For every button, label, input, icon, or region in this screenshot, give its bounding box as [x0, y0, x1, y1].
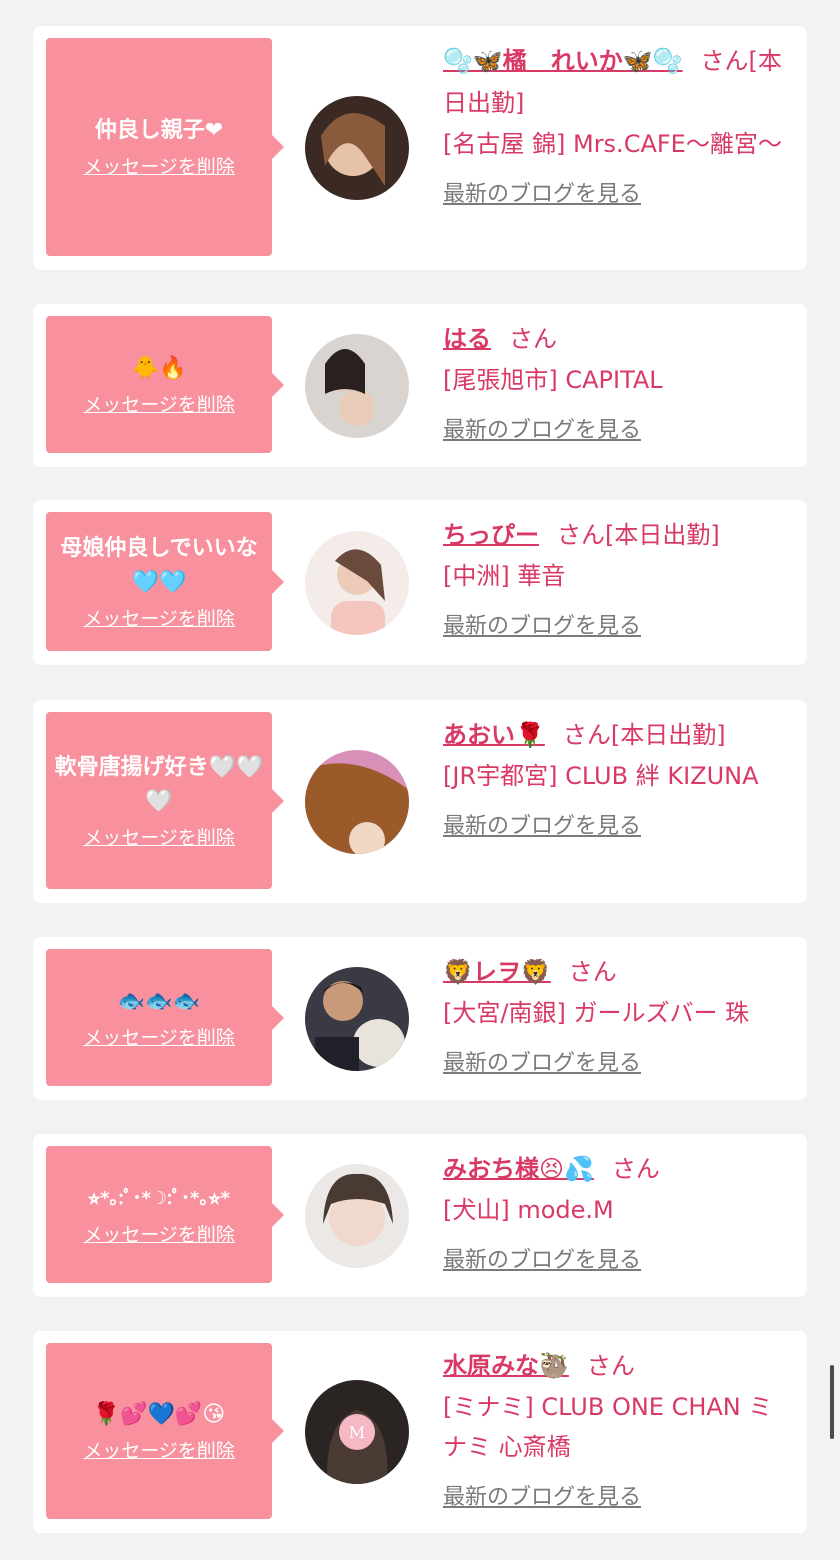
cast-name-link[interactable]: 🫧🦋橘 れいか🦋🫧	[443, 47, 683, 75]
delete-message-link[interactable]: メッセージを削除	[83, 154, 235, 180]
name-line: 🫧🦋橘 れいか🦋🫧 さん[本日出勤]	[443, 40, 793, 124]
delete-message-link[interactable]: メッセージを削除	[83, 1438, 235, 1464]
delete-message-link[interactable]: メッセージを削除	[83, 1222, 235, 1248]
message-text: 🐟🐟🐟	[117, 988, 201, 1014]
cast-info: 🦁レヲ🦁 さん [大宮/南銀] ガールズバー 珠 最新のブログを見る	[443, 951, 793, 1077]
cast-name-link[interactable]: みおち様😣💦	[443, 1155, 594, 1183]
honorific: さん	[509, 325, 557, 353]
shop-label: [中洲] 華音	[443, 562, 566, 590]
shop-label: [犬山] mode.M	[443, 1196, 614, 1224]
message-bubble: ⭐︎*｡:ﾟ･*☽:ﾟ･*｡⭐︎* メッセージを削除	[46, 1146, 284, 1283]
message-text: ⭐︎*｡:ﾟ･*☽:ﾟ･*｡⭐︎*	[88, 1187, 230, 1209]
name-line: あおい🌹 さん[本日出勤]	[443, 714, 793, 756]
latest-blog-link[interactable]: 最新のブログを見る	[443, 176, 641, 208]
cast-info: はる さん [尾張旭市] CAPITAL 最新のブログを見る	[443, 318, 793, 444]
cast-info: みおち様😣💦 さん [犬山] mode.M 最新のブログを見る	[443, 1148, 793, 1274]
shop-label: [名古屋 錦] Mrs.CAFE～離宮～	[443, 130, 782, 158]
scrollbar[interactable]	[830, 1365, 834, 1439]
message-bubble: 母娘仲良しでいいな🩵🩵 メッセージを削除	[46, 512, 284, 651]
favorite-card: 軟骨唐揚げ好き🤍🤍🤍 メッセージを削除 あおい🌹 さん[本日出勤] [JR宇都宮]…	[33, 700, 807, 903]
shop-label: [大宮/南銀] ガールズバー 珠	[443, 999, 750, 1027]
favorite-card: 🐟🐟🐟 メッセージを削除 🦁レヲ🦁 さん [大宮/南銀] ガールズバー 珠 最新の…	[33, 937, 807, 1100]
delete-message-link[interactable]: メッセージを削除	[83, 392, 235, 418]
honorific: さん	[700, 47, 749, 75]
favorite-card: 🌹💕💙💕😘 メッセージを削除 M 水原みな🦥 さん [ミナミ] CLUB ONE …	[33, 1331, 807, 1533]
avatar[interactable]	[305, 1164, 409, 1268]
cast-info: 水原みな🦥 さん [ミナミ] CLUB ONE CHAN ミナミ 心斎橋 最新のブ…	[443, 1345, 793, 1511]
svg-text:M: M	[349, 1423, 365, 1442]
shop-label: [ミナミ] CLUB ONE CHAN ミナミ 心斎橋	[443, 1393, 773, 1461]
latest-blog-link[interactable]: 最新のブログを見る	[443, 808, 641, 840]
message-bubble: 軟骨唐揚げ好き🤍🤍🤍 メッセージを削除	[46, 712, 284, 889]
latest-blog-link[interactable]: 最新のブログを見る	[443, 608, 641, 640]
message-bubble: 🐥🔥 メッセージを削除	[46, 316, 284, 453]
name-line: 水原みな🦥 さん	[443, 1345, 793, 1387]
avatar[interactable]: M	[305, 1380, 409, 1484]
delete-message-link[interactable]: メッセージを削除	[83, 606, 235, 632]
status-label: [本日出勤]	[610, 721, 726, 749]
message-bubble: 仲良し親子❤ メッセージを削除	[46, 38, 284, 256]
favorite-card: 仲良し親子❤ メッセージを削除 🫧🦋橘 れいか🦋🫧 さん[本日出勤] [名古屋 錦…	[33, 26, 807, 270]
honorific: さん	[586, 1352, 635, 1380]
avatar[interactable]	[305, 531, 409, 635]
avatar[interactable]	[305, 334, 409, 438]
latest-blog-link[interactable]: 最新のブログを見る	[443, 1479, 641, 1511]
cast-name-link[interactable]: 水原みな🦥	[443, 1352, 569, 1380]
honorific: さん	[557, 521, 605, 549]
honorific: さん	[611, 1155, 660, 1183]
cast-info: 🫧🦋橘 れいか🦋🫧 さん[本日出勤] [名古屋 錦] Mrs.CAFE～離宮～ 最…	[443, 40, 793, 208]
name-line: ちっぴー さん[本日出勤]	[443, 514, 793, 556]
honorific: さん	[562, 721, 611, 749]
cast-name-link[interactable]: 🦁レヲ🦁	[443, 958, 551, 986]
avatar[interactable]	[305, 967, 409, 1071]
shop-label: [尾張旭市] CAPITAL	[443, 366, 663, 394]
avatar[interactable]	[305, 96, 409, 200]
message-text: 仲良し親子❤	[94, 118, 224, 143]
name-line: みおち様😣💦 さん	[443, 1148, 793, 1190]
avatar[interactable]	[305, 750, 409, 854]
message-text: 🐥🔥	[131, 355, 187, 381]
favorite-card: 母娘仲良しでいいな🩵🩵 メッセージを削除 ちっぴー さん[本日出勤] [中洲] 華…	[33, 500, 807, 665]
honorific: さん	[568, 958, 617, 986]
cast-name-link[interactable]: はる	[443, 325, 491, 353]
message-bubble: 🌹💕💙💕😘 メッセージを削除	[46, 1343, 284, 1519]
name-line: 🦁レヲ🦁 さん	[443, 951, 793, 993]
status-label: [本日出勤]	[605, 521, 720, 549]
cast-info: あおい🌹 さん[本日出勤] [JR宇都宮] CLUB 絆 KIZUNA 最新のブロ…	[443, 714, 793, 840]
shop-label: [JR宇都宮] CLUB 絆 KIZUNA	[443, 762, 759, 790]
cast-name-link[interactable]: あおい🌹	[443, 721, 545, 749]
cast-name-link[interactable]: ちっぴー	[443, 521, 539, 549]
message-text: 軟骨唐揚げ好き🤍🤍🤍	[54, 754, 264, 814]
favorite-card: 🐥🔥 メッセージを削除 はる さん [尾張旭市] CAPITAL 最新のブログを見…	[33, 304, 807, 467]
name-line: はる さん	[443, 318, 793, 360]
cast-info: ちっぴー さん[本日出勤] [中洲] 華音 最新のブログを見る	[443, 514, 793, 640]
favorite-card: ⭐︎*｡:ﾟ･*☽:ﾟ･*｡⭐︎* メッセージを削除 みおち様😣💦 さん [犬山]…	[33, 1134, 807, 1297]
delete-message-link[interactable]: メッセージを削除	[83, 825, 235, 851]
latest-blog-link[interactable]: 最新のブログを見る	[443, 1045, 641, 1077]
message-text: 母娘仲良しでいいな🩵🩵	[60, 535, 258, 595]
latest-blog-link[interactable]: 最新のブログを見る	[443, 412, 641, 444]
message-text: 🌹💕💙💕😘	[92, 1402, 226, 1427]
message-bubble: 🐟🐟🐟 メッセージを削除	[46, 949, 284, 1086]
latest-blog-link[interactable]: 最新のブログを見る	[443, 1242, 641, 1274]
delete-message-link[interactable]: メッセージを削除	[83, 1025, 235, 1051]
